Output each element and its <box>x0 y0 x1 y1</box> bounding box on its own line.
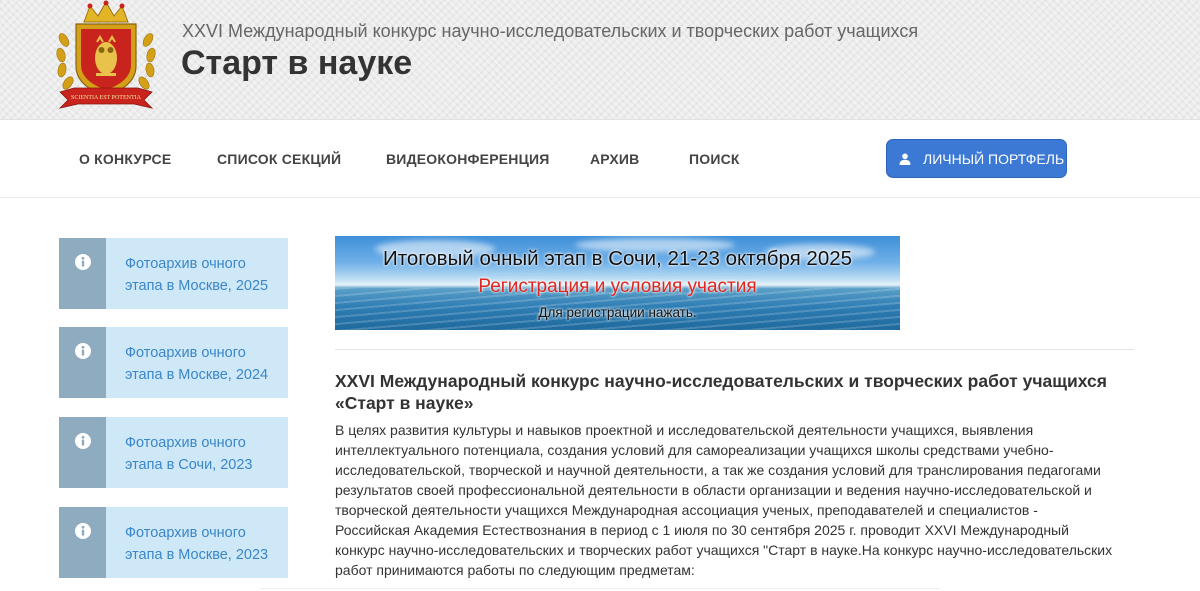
main-nav: О КОНКУРСЕ СПИСОК СЕКЦИЙ ВИДЕОКОНФЕРЕНЦИ… <box>0 120 1200 198</box>
nav-item-videoconference[interactable]: ВИДЕОКОНФЕРЕНЦИЯ <box>386 151 550 167</box>
content-divider <box>260 588 940 589</box>
sidebar-item-photo-moscow-2024[interactable]: Фотоархив очного этапа в Москве, 2024 <box>59 327 288 398</box>
nav-item-sections[interactable]: СПИСОК СЕКЦИЙ <box>217 151 341 167</box>
site-header: SCIENTIA EST POTENTIA XXVI Международный… <box>0 0 1200 120</box>
banner-cta: Для регистрации нажать. <box>538 305 697 320</box>
article-body: В целях развития культуры и навыков прое… <box>335 422 1113 578</box>
registration-banner[interactable]: Итоговый очный этап в Сочи, 21-23 октябр… <box>335 236 900 330</box>
sidebar-item-photo-moscow-2023[interactable]: Фотоархив очного этапа в Москве, 2023 <box>59 507 288 578</box>
info-icon <box>75 343 91 359</box>
sidebar-item-label: Фотоархив очного этапа в Сочи, 2023 <box>125 435 253 473</box>
sidebar-item-photo-sochi-2023[interactable]: Фотоархив очного этапа в Сочи, 2023 <box>59 417 288 488</box>
info-icon <box>75 523 91 539</box>
sidebar-item-photo-moscow-2025[interactable]: Фотоархив очного этапа в Москве, 2025 <box>59 238 288 309</box>
sidebar-item-label: Фотоархив очного этапа в Москве, 2025 <box>125 256 269 294</box>
content-divider <box>335 349 1134 350</box>
nav-item-archive[interactable]: АРХИВ <box>590 151 639 167</box>
nav-item-about[interactable]: О КОНКУРСЕ <box>79 151 171 167</box>
personal-portfolio-label: ЛИЧНЫЙ ПОРТФЕЛЬ <box>923 150 1065 167</box>
info-icon <box>75 433 91 449</box>
personal-portfolio-button[interactable]: ЛИЧНЫЙ ПОРТФЕЛЬ <box>886 139 1067 178</box>
nav-item-search[interactable]: ПОИСК <box>689 151 740 167</box>
banner-registration-link: Регистрация и условия участия <box>478 276 757 297</box>
sidebar-item-label: Фотоархив очного этапа в Москве, 2023 <box>125 525 269 563</box>
site-title[interactable]: Старт в науке <box>181 44 412 83</box>
site-logo[interactable]: SCIENTIA EST POTENTIA <box>54 0 158 114</box>
site-subtitle: XXVI Международный конкурс научно-исслед… <box>182 21 919 41</box>
logo-ribbon-text: SCIENTIA EST POTENTIA <box>71 95 142 101</box>
banner-title: Итоговый очный этап в Сочи, 21-23 октябр… <box>382 247 853 270</box>
info-icon <box>75 254 91 270</box>
article-heading: XXVI Международный конкурс научно-исслед… <box>335 371 1107 413</box>
user-icon <box>899 153 911 165</box>
sidebar-item-label: Фотоархив очного этапа в Москве, 2024 <box>125 345 269 383</box>
